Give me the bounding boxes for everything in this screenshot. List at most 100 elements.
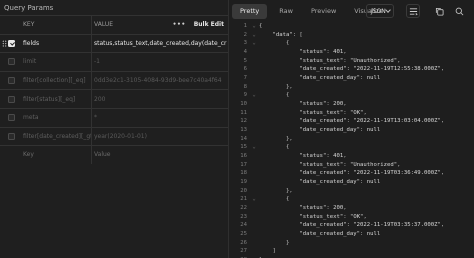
param-enabled-checkbox[interactable] (8, 132, 15, 140)
fold-chevron-icon[interactable]: ⌄ (249, 31, 259, 40)
code-text: "date_created": "2022-11-19T03:35:37.000… (259, 221, 444, 230)
code-text: "status": 200, (259, 100, 347, 109)
code-line: 21 ⌄ { (229, 195, 474, 204)
value-column-header: VALUE (94, 21, 114, 29)
code-line: 6 "date_created": "2022-11-19T12:55:38.0… (229, 65, 474, 74)
fold-chevron-icon[interactable]: ⌄ (249, 39, 259, 48)
param-value-input[interactable]: year(2020-01-01) (92, 128, 228, 146)
code-token: }, (259, 83, 293, 90)
param-enabled-checkbox[interactable] (8, 114, 15, 122)
fold-chevron-icon[interactable]: ⌄ (249, 22, 259, 31)
code-token: "status" (259, 101, 327, 108)
gutter (249, 48, 259, 57)
format-icon (409, 7, 418, 15)
param-row[interactable]: filter[collection][_eq] 0dd3e2c1-3105-40… (0, 70, 228, 90)
fold-chevron-icon[interactable]: ⌄ (249, 143, 259, 152)
param-value-input[interactable]: 0dd3e2c1-3105-4084-93d9-bee7c40a4f64 (92, 72, 228, 90)
search-button[interactable] (452, 4, 466, 18)
code-token: , (343, 101, 347, 108)
line-number: 2 (243, 31, 247, 38)
param-row[interactable]: limit -1 (0, 52, 228, 71)
code-token: "status_text" (259, 213, 344, 220)
code-token: "date_created_day" (259, 179, 361, 186)
param-key-input[interactable]: filter[status][_eq] (20, 90, 92, 108)
param-value-input[interactable]: 200 (92, 90, 228, 108)
code-token: "data" (259, 31, 293, 38)
code-text: "status_text": "OK", (259, 213, 367, 222)
new-param-row[interactable]: Key Value (0, 145, 228, 164)
param-key-input[interactable]: filter[collection][_eq] (20, 71, 92, 90)
response-panel: Pretty Raw Preview Visualize JSON 1 ⌄{2 ⌄ … (228, 0, 474, 258)
param-row[interactable]: filter[status][_eq] 200 (0, 89, 228, 108)
code-token: : (343, 109, 350, 116)
gutter (249, 83, 259, 92)
format-button[interactable] (406, 4, 420, 18)
code-token: , (343, 49, 347, 56)
code-token: , (363, 213, 367, 220)
bulk-edit-button[interactable]: Bulk Edit (194, 21, 224, 28)
code-text: "date_created_day": null (259, 74, 380, 83)
tab-raw[interactable]: Raw (273, 4, 299, 19)
code-text: }, (259, 135, 293, 144)
fold-chevron-icon[interactable]: ⌄ (249, 91, 259, 100)
copy-icon (435, 7, 444, 16)
new-key-input[interactable]: Key (20, 146, 92, 164)
gutter (249, 65, 259, 74)
code-token: "status" (259, 205, 327, 212)
code-text: } (259, 239, 289, 248)
code-token: , (343, 205, 347, 212)
code-line: 24 "date_created": "2022-11-19T03:35:37.… (229, 221, 474, 230)
code-token: "2022-11-19T03:36:49.000Z" (353, 170, 441, 177)
param-value-input[interactable]: * (92, 109, 228, 127)
code-line: 5 "status_text": "Unauthorized", (229, 57, 474, 66)
gutter (249, 126, 259, 135)
copy-button[interactable] (432, 4, 446, 18)
code-text: "status_text": "Unauthorized", (259, 57, 400, 66)
param-key-input[interactable]: filter[date_created][_gt] (20, 127, 92, 146)
code-line: 2 ⌄ "data": [ (229, 31, 474, 40)
param-value-input[interactable]: -1 (92, 53, 228, 71)
gutter (249, 187, 259, 196)
gutter (249, 109, 259, 118)
code-token: "OK" (349, 213, 364, 220)
param-key-input[interactable]: fields (20, 34, 92, 53)
tab-preview[interactable]: Preview (305, 4, 342, 19)
code-line: 22 "status": 200, (229, 204, 474, 213)
code-text: "date_created": "2022-11-19T03:36:49.000… (259, 169, 444, 178)
code-line: 18 "date_created": "2022-11-19T03:36:49.… (229, 169, 474, 178)
code-token: 200 (333, 205, 344, 212)
code-token: , (343, 153, 347, 160)
drag-handle-icon[interactable] (1, 39, 7, 47)
param-enabled-checkbox[interactable] (8, 77, 15, 85)
fold-chevron-icon[interactable]: ⌄ (249, 195, 259, 204)
code-text: { (259, 195, 289, 204)
format-select[interactable]: JSON (366, 4, 394, 18)
code-token: , (397, 57, 401, 64)
param-row[interactable]: filter[date_created][_gt] year(2020-01-0… (0, 126, 228, 146)
code-token: "status" (259, 153, 327, 160)
param-key-input[interactable]: meta (20, 108, 92, 127)
code-token: { (259, 40, 290, 47)
code-token: : (360, 127, 367, 134)
param-enabled-checkbox[interactable] (8, 39, 15, 47)
gutter (249, 178, 259, 187)
new-value-input[interactable]: Value (92, 146, 228, 164)
code-text: { (259, 143, 289, 152)
more-options-icon[interactable]: ••• (173, 21, 186, 28)
param-enabled-checkbox[interactable] (8, 58, 15, 66)
code-text: { (259, 91, 289, 100)
code-text: { (259, 22, 262, 31)
param-key-input[interactable]: limit (20, 53, 92, 71)
param-row[interactable]: meta * (0, 107, 228, 127)
tab-pretty[interactable]: Pretty (232, 3, 268, 19)
param-row[interactable]: fields status,status_text,date_created,d… (0, 33, 228, 53)
response-body-editor[interactable]: 1 ⌄{2 ⌄ "data": [3 ⌄ {4 "status": 401, 5 "st… (229, 22, 474, 258)
code-line: 10 "status": 200, (229, 100, 474, 109)
line-number: 5 (243, 57, 247, 64)
code-line: 12 "date_created": "2022-11-19T13:03:04.… (229, 117, 474, 126)
param-enabled-checkbox[interactable] (8, 95, 15, 103)
line-number: 11 (240, 109, 247, 116)
query-params-panel: Query Params KEY VALUE ••• Bulk Edit fie… (0, 0, 228, 258)
param-value-input[interactable]: status,status_text,date_created,day(date… (92, 35, 228, 53)
code-token: { (259, 92, 290, 99)
